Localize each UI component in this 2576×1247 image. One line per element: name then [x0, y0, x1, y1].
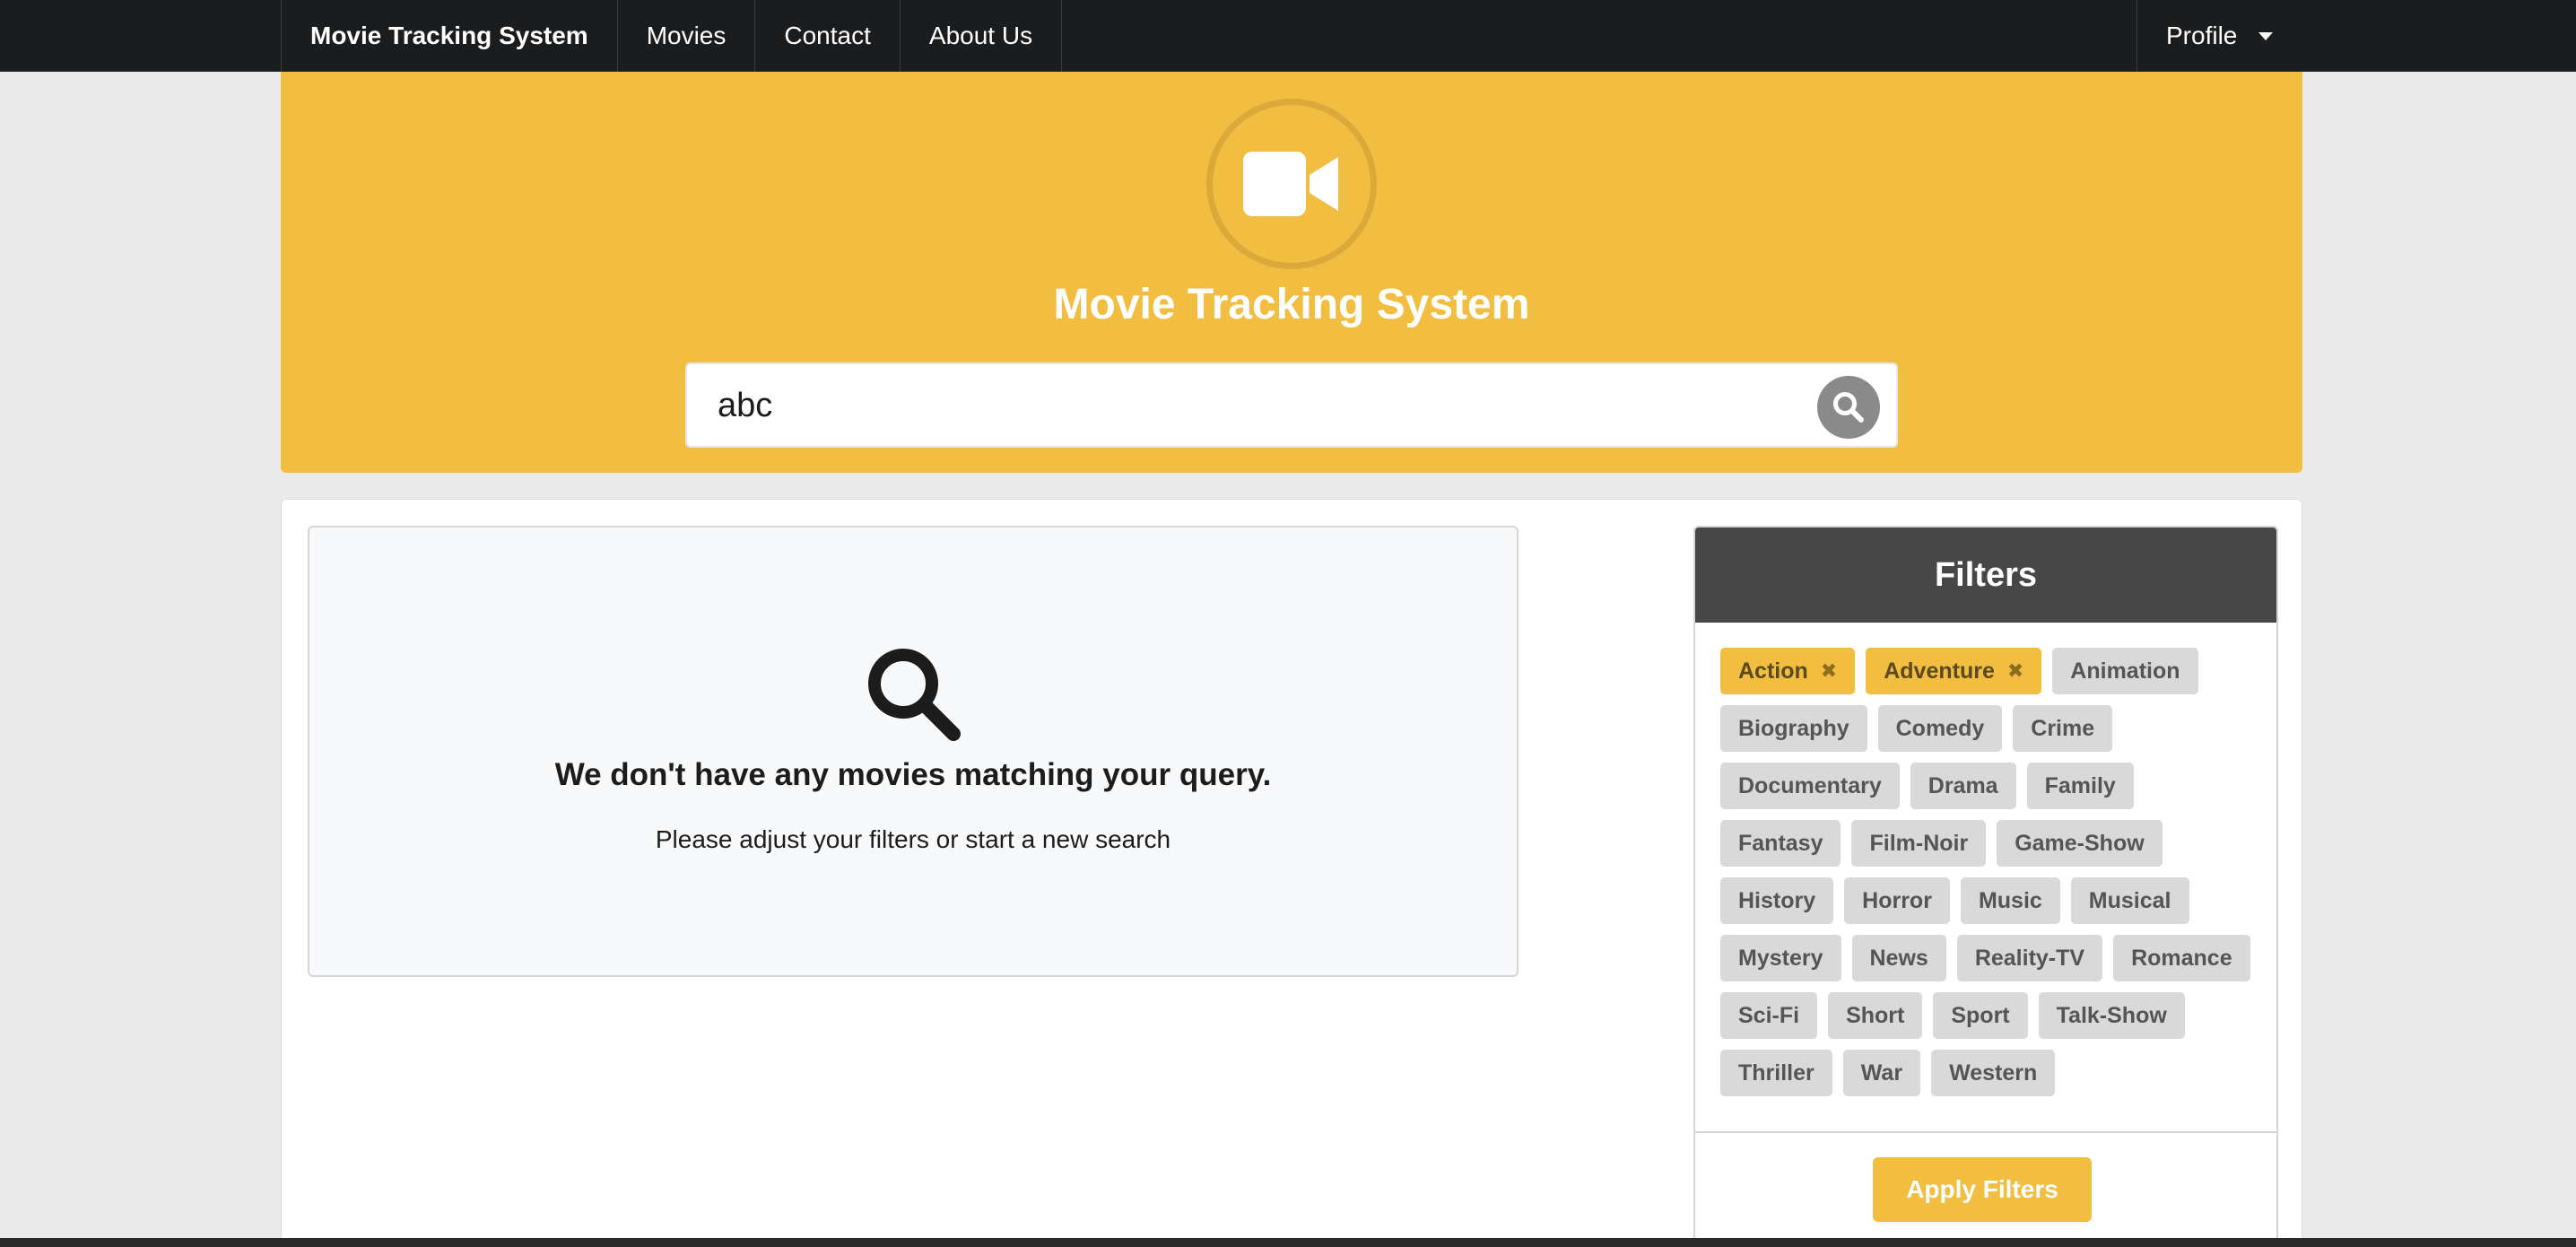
genre-tag-label: Biography	[1738, 715, 1849, 741]
genre-tag-fantasy[interactable]: Fantasy	[1720, 820, 1841, 867]
genre-tag-label: Animation	[2070, 658, 2180, 684]
genre-tag-label: News	[1869, 945, 1928, 971]
genre-tag-label: Musical	[2088, 887, 2171, 913]
empty-results-subtitle: Please adjust your filters or start a ne…	[655, 825, 1171, 853]
genre-tag-film-noir[interactable]: Film-Noir	[1851, 820, 1987, 867]
genre-tag-label: Drama	[1928, 772, 1998, 798]
genre-tag-history[interactable]: History	[1720, 877, 1834, 924]
nav-movies-link[interactable]: Movies	[618, 0, 756, 72]
genre-tag-drama[interactable]: Drama	[1910, 763, 2016, 809]
genre-tag-thriller[interactable]: Thriller	[1720, 1050, 1832, 1096]
genre-tag-sci-fi[interactable]: Sci-Fi	[1720, 992, 1818, 1039]
genre-tag-war[interactable]: War	[1842, 1050, 1921, 1096]
genre-tag-label: Reality-TV	[1974, 945, 2085, 971]
genre-tag-family[interactable]: Family	[2026, 763, 2134, 809]
genre-tag-music[interactable]: Music	[1960, 877, 2060, 924]
genre-tag-news[interactable]: News	[1851, 935, 1946, 981]
genre-tag-horror[interactable]: Horror	[1844, 877, 1950, 924]
bottom-edge	[0, 1238, 2576, 1247]
apply-filters-button[interactable]: Apply Filters	[1873, 1157, 2092, 1222]
brand-link[interactable]: Movie Tracking System	[281, 0, 618, 72]
genre-tag-label: Crime	[2031, 715, 2095, 741]
genre-tag-label: Adventure	[1884, 658, 1995, 684]
genre-tag-label: Documentary	[1738, 772, 1882, 798]
genre-tag-adventure[interactable]: Adventure ✖	[1866, 648, 2042, 694]
genre-tag-mystery[interactable]: Mystery	[1720, 935, 1841, 981]
search-input[interactable]	[718, 380, 1776, 431]
genre-tag-documentary[interactable]: Documentary	[1720, 763, 1900, 809]
genre-tag-label: Horror	[1862, 887, 1932, 913]
filters-title: Filters	[1695, 528, 2276, 623]
genre-tag-animation[interactable]: Animation	[2052, 648, 2198, 694]
genre-tag-crime[interactable]: Crime	[2013, 705, 2113, 752]
genre-tag-sport[interactable]: Sport	[1933, 992, 2028, 1039]
genre-tag-reality-tv[interactable]: Reality-TV	[1956, 935, 2103, 981]
genre-tag-label: Talk-Show	[2056, 1002, 2167, 1028]
genre-tag-label: Mystery	[1738, 945, 1823, 971]
genre-tag-biography[interactable]: Biography	[1720, 705, 1867, 752]
genre-tag-label: Family	[2044, 772, 2116, 798]
genre-tag-label: Music	[1978, 887, 2042, 913]
genre-tag-label: Film-Noir	[1869, 830, 1969, 856]
genre-tag-label: Fantasy	[1738, 830, 1823, 856]
genre-tag-action[interactable]: Action ✖	[1720, 648, 1856, 694]
genre-tag-label: Comedy	[1895, 715, 1985, 741]
caret-down-icon	[2258, 31, 2274, 40]
remove-tag-icon[interactable]: ✖	[1821, 659, 1837, 683]
genre-tag-label: Romance	[2131, 945, 2232, 971]
nav-about-link[interactable]: About Us	[901, 0, 1063, 72]
genre-tag-label: Sci-Fi	[1738, 1002, 1800, 1028]
genre-tag-short[interactable]: Short	[1828, 992, 1923, 1039]
genre-tag-game-show[interactable]: Game-Show	[1997, 820, 2163, 867]
genre-tag-label: Thriller	[1738, 1060, 1815, 1086]
genre-tag-musical[interactable]: Musical	[2070, 877, 2189, 924]
genre-tag-western[interactable]: Western	[1931, 1050, 2056, 1096]
search-bar	[685, 362, 1898, 448]
video-camera-icon	[1206, 99, 1377, 269]
genre-tag-label: History	[1738, 887, 1816, 913]
genre-tag-label: Game-Show	[2015, 830, 2145, 856]
genre-tag-label: Short	[1846, 1002, 1905, 1028]
remove-tag-icon[interactable]: ✖	[2007, 659, 2023, 683]
genre-tag-label: Action	[1738, 658, 1808, 684]
genre-tag-romance[interactable]: Romance	[2113, 935, 2250, 981]
top-navbar: Movie Tracking System Movies Contact Abo…	[0, 0, 2576, 72]
hero-title: Movie Tracking System	[1053, 281, 1530, 328]
profile-label: Profile	[2166, 22, 2238, 49]
empty-results-message: We don't have any movies matching your q…	[308, 526, 1519, 977]
genre-tag-comedy[interactable]: Comedy	[1877, 705, 2003, 752]
empty-results-title: We don't have any movies matching your q…	[554, 757, 1272, 792]
filters-divider	[1695, 1131, 2276, 1133]
genre-tag-label: Western	[1949, 1060, 2038, 1086]
profile-dropdown[interactable]: Profile	[2137, 0, 2298, 72]
genre-tag-label: War	[1860, 1060, 1903, 1086]
search-icon	[868, 649, 961, 741]
hero-banner: Movie Tracking System	[281, 72, 2302, 473]
filters-panel: Filters Action ✖ Adventure ✖ Animation Biogra…	[1693, 526, 2278, 1247]
genre-tag-label: Sport	[1951, 1002, 2010, 1028]
search-button[interactable]	[1817, 376, 1880, 439]
nav-links: Movie Tracking System Movies Contact Abo…	[281, 0, 1063, 72]
nav-contact-link[interactable]: Contact	[755, 0, 901, 72]
genre-tag-talk-show[interactable]: Talk-Show	[2038, 992, 2185, 1039]
genre-tag-list: Action ✖ Adventure ✖ Animation Biography Comed…	[1720, 648, 2258, 1096]
search-icon	[1833, 392, 1864, 423]
